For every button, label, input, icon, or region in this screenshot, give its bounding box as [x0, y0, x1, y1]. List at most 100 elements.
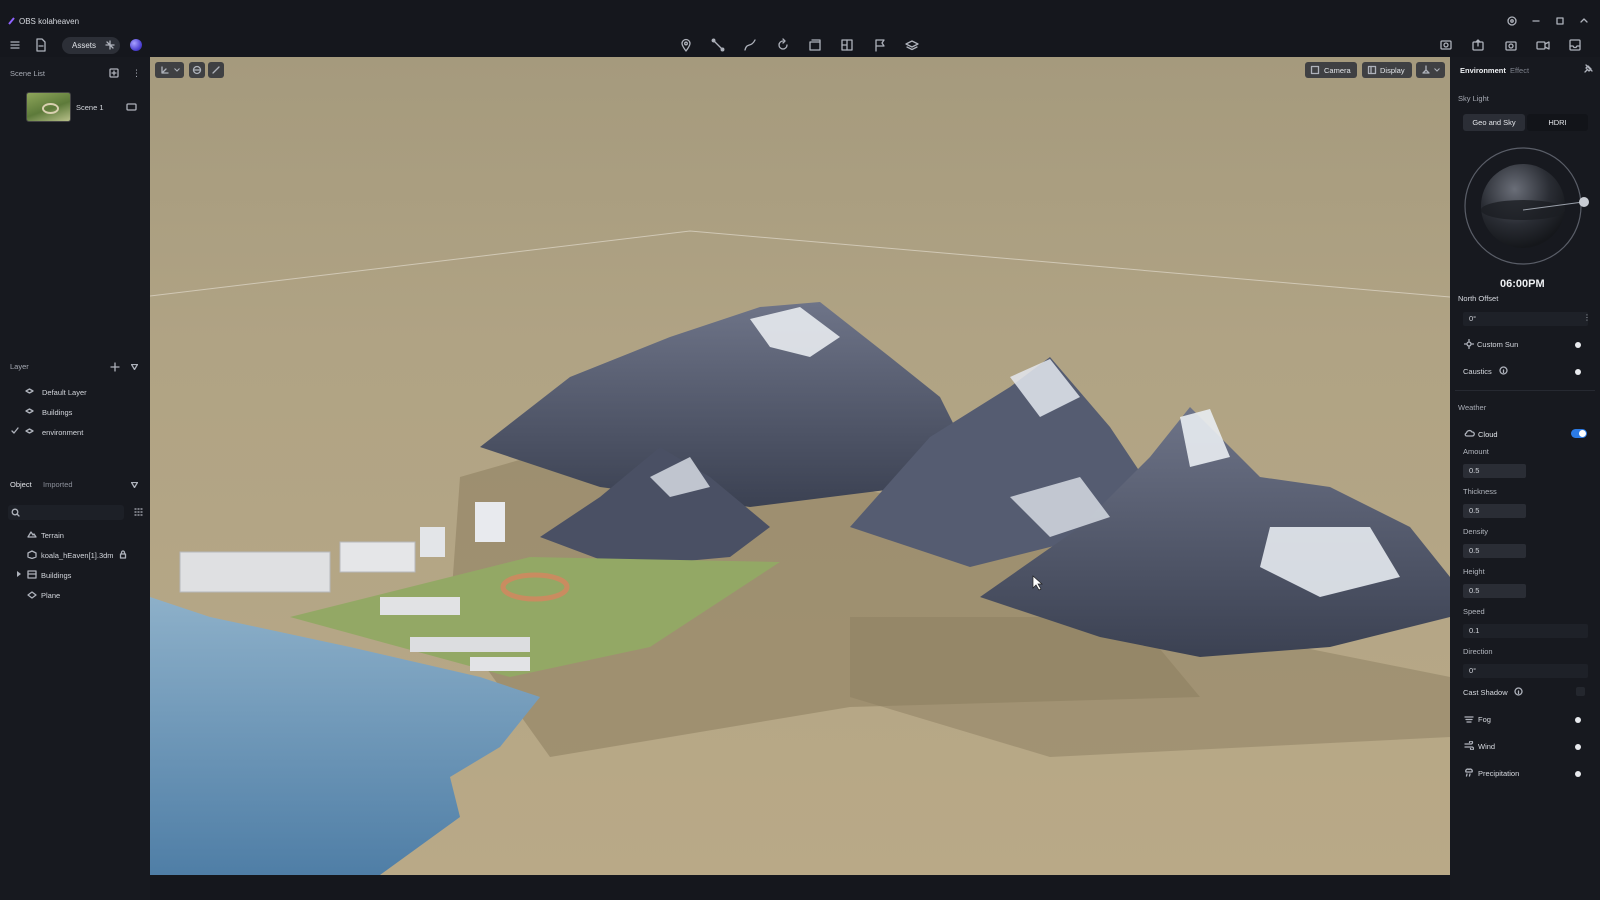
inbox-icon[interactable] [1568, 38, 1582, 52]
expand-arrow-icon[interactable] [17, 571, 21, 577]
menu-icon[interactable] [9, 39, 21, 51]
custom-sun-toggle[interactable] [1575, 342, 1581, 348]
fog-icon [1464, 716, 1474, 723]
height-label: Height [1463, 567, 1485, 576]
density-input[interactable]: 0.5 [1463, 544, 1526, 558]
render-globe-icon[interactable] [130, 39, 142, 51]
pin-icon[interactable] [1583, 64, 1593, 74]
object-item[interactable]: Terrain [41, 531, 64, 540]
minimize-icon[interactable] [1530, 15, 1542, 27]
layer-filter-icon[interactable] [131, 364, 138, 370]
cloud-toggle[interactable] [1571, 429, 1587, 438]
measure-line-icon[interactable] [711, 38, 725, 52]
lock-icon[interactable] [119, 550, 127, 559]
export-icon[interactable] [1471, 38, 1485, 52]
collapse-icon[interactable] [1578, 15, 1590, 27]
left-panel [0, 57, 150, 900]
chevron-down-icon [1434, 68, 1440, 72]
plane-icon [27, 591, 37, 599]
speed-input[interactable]: 0.1 [1463, 624, 1588, 638]
weather-separator [1455, 390, 1595, 391]
amount-label: Amount [1463, 447, 1489, 456]
object-filter-icon[interactable] [131, 482, 138, 488]
checkmark-icon[interactable] [11, 427, 19, 435]
box-select-icon[interactable] [808, 38, 822, 52]
tab-effect[interactable]: Effect [1510, 66, 1529, 75]
scene-list-title: Scene List [10, 69, 46, 78]
info-icon[interactable] [1514, 687, 1523, 696]
thickness-input[interactable]: 0.5 [1463, 504, 1526, 518]
render-panel-icon[interactable] [1439, 38, 1453, 52]
group-icon [27, 570, 37, 579]
cast-shadow-label: Cast Shadow [1463, 688, 1508, 697]
sparkle-icon[interactable] [105, 40, 115, 50]
object-item[interactable]: koala_hEaven[1].3dm [41, 551, 114, 560]
location-pin-icon[interactable] [679, 38, 693, 52]
tab-imported[interactable]: Imported [43, 480, 73, 489]
scene-thumbnail[interactable] [26, 92, 71, 122]
object-item[interactable]: Buildings [41, 571, 71, 580]
custom-sun-label: Custom Sun [1477, 340, 1519, 349]
add-scene-icon[interactable] [109, 68, 119, 78]
grid-view-icon[interactable] [133, 507, 143, 517]
section-icon[interactable] [840, 38, 854, 52]
pencil-icon [212, 66, 220, 74]
terrain-icon [27, 531, 37, 538]
cast-shadow-checkbox[interactable] [1576, 687, 1585, 696]
direction-label: Direction [1463, 647, 1493, 656]
sun-position-dial[interactable] [1463, 144, 1593, 269]
display-icon [1367, 65, 1377, 75]
rotate-icon[interactable] [776, 38, 790, 52]
hdri-tab[interactable]: HDRI [1527, 114, 1588, 131]
north-offset-more-icon[interactable]: ⋮ [1583, 313, 1591, 322]
amount-input[interactable]: 0.5 [1463, 464, 1526, 478]
search-icon [11, 508, 20, 517]
tab-environment[interactable]: Environment [1460, 66, 1506, 75]
sun-icon [1464, 339, 1474, 349]
weather-title: Weather [1458, 403, 1487, 412]
layer-item[interactable]: Default Layer [42, 388, 87, 397]
precipitation-toggle[interactable] [1575, 771, 1581, 777]
video-icon[interactable] [1536, 38, 1550, 52]
terrain-scene [150, 230, 1450, 875]
flag-icon[interactable] [873, 38, 887, 52]
precipitation-icon [1465, 768, 1473, 777]
north-offset-input[interactable]: 0° [1463, 312, 1588, 326]
layers-stack-icon[interactable] [905, 38, 919, 52]
cloud-label: Cloud [1478, 430, 1498, 439]
camera-label: Camera [1324, 66, 1351, 75]
caustics-toggle[interactable] [1575, 369, 1581, 375]
geo-sky-tab[interactable]: Geo and Sky [1463, 114, 1525, 131]
layer-item[interactable]: Buildings [42, 408, 72, 417]
density-label: Density [1463, 527, 1489, 536]
height-input[interactable]: 0.5 [1463, 584, 1526, 598]
path-draw-icon[interactable] [743, 38, 757, 52]
info-icon[interactable] [1499, 366, 1508, 375]
scene-camera-icon[interactable] [126, 103, 137, 111]
scene-item-label[interactable]: Scene 1 [76, 103, 104, 112]
title-bar [0, 0, 1600, 34]
camera-icon[interactable] [1504, 38, 1518, 52]
maximize-icon[interactable] [1554, 15, 1566, 27]
object-item[interactable]: Plane [41, 591, 60, 600]
app-logo-icon [8, 17, 15, 25]
north-offset-label: North Offset [1458, 294, 1499, 303]
speed-label: Speed [1463, 607, 1485, 616]
file-icon[interactable] [34, 38, 47, 52]
layer-item-active[interactable]: environment [42, 428, 83, 437]
fog-toggle[interactable] [1575, 717, 1581, 723]
object-search-input[interactable] [8, 505, 124, 520]
add-layer-icon[interactable] [110, 362, 120, 372]
tab-object[interactable]: Object [10, 480, 32, 489]
scene-list-more-icon[interactable]: ⋮ [132, 68, 141, 79]
3d-viewport[interactable] [150, 57, 1450, 875]
app-title: OBS kolaheaven [19, 17, 80, 26]
layer-icon [25, 428, 34, 434]
precipitation-label: Precipitation [1478, 769, 1520, 778]
direction-input[interactable]: 0° [1463, 664, 1588, 678]
model-icon [27, 550, 37, 559]
wind-toggle[interactable] [1575, 744, 1581, 750]
assets-label: Assets [72, 41, 97, 50]
help-icon[interactable] [1506, 15, 1518, 27]
lighting-icon [1422, 65, 1430, 74]
